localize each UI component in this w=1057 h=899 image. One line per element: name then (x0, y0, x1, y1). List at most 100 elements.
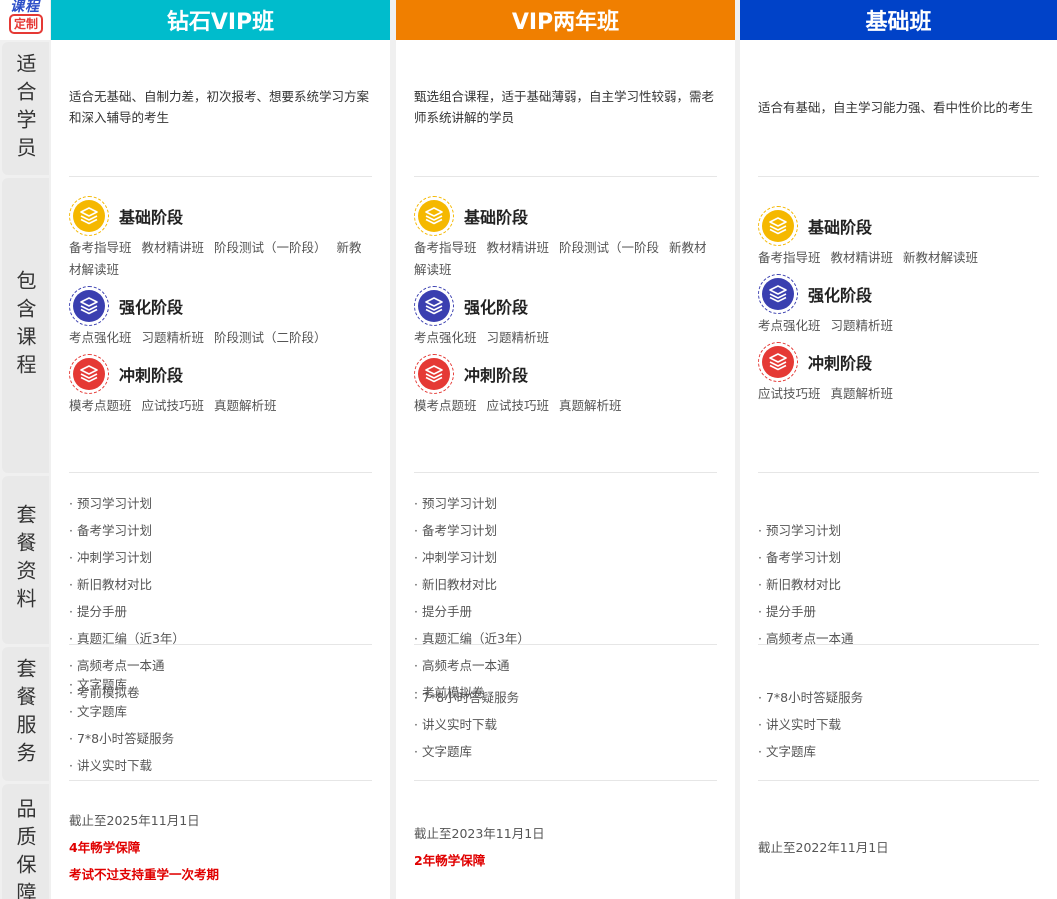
stage-courses: 模考点题班 应试技巧班 真题解析班 (414, 395, 717, 417)
course-item[interactable]: 备考指导班 (414, 240, 477, 255)
row-label-courses: 包含课程 (2, 178, 49, 473)
course-item[interactable]: 考点强化班 (69, 330, 132, 345)
course-item[interactable]: 习题精析班 (831, 318, 894, 333)
stage-title: 基础阶段 (464, 208, 529, 227)
service-item: · 7*8小时答疑服务 (414, 690, 520, 705)
stage-header: 冲刺阶段 (758, 341, 1039, 383)
layers-icon (69, 354, 109, 394)
layers-icon (758, 274, 798, 314)
stage-header: 基础阶段 (758, 205, 1039, 247)
material-item: · 提分手册 (414, 604, 472, 619)
course-item[interactable]: 习题精析班 (487, 330, 550, 345)
stage-title: 强化阶段 (464, 298, 529, 317)
material-item: · 新旧教材对比 (69, 577, 152, 592)
row-label-quality: 品质保障 (2, 784, 49, 899)
stage-header: 冲刺阶段 (414, 353, 717, 395)
service-item: · 讲义实时下载 (758, 717, 841, 732)
layers-icon (414, 196, 454, 236)
course-item[interactable]: 应试技巧班 (142, 398, 205, 413)
course-item[interactable]: 教材精讲班 (487, 240, 550, 255)
material-item: · 冲刺学习计划 (69, 550, 152, 565)
course-item[interactable]: 新教材解读班 (903, 250, 978, 265)
material-item: · 预习学习计划 (69, 496, 152, 511)
plan-title[interactable]: VIP两年班 (396, 0, 735, 40)
stage-courses: 备考指导班 教材精讲班 阶段测试（一阶段 新教材解读班 (414, 237, 717, 281)
course-item[interactable]: 真题解析班 (214, 398, 277, 413)
material-item: · 预习学习计划 (758, 523, 841, 538)
course-custom-logo: 课程 定制 (0, 0, 50, 40)
quality-date: 截止至2023年11月1日 (414, 826, 545, 841)
layers-icon (758, 206, 798, 246)
course-item[interactable]: 阶段测试（一阶段） (214, 240, 327, 255)
stage-header: 冲刺阶段 (69, 353, 372, 395)
service-item: · 7*8小时答疑服务 (758, 690, 864, 705)
stage-header: 强化阶段 (69, 285, 372, 327)
stage-courses: 考点强化班 习题精析班 阶段测试（二阶段） (69, 327, 372, 349)
material-item: · 冲刺学习计划 (414, 550, 497, 565)
layers-icon (69, 286, 109, 326)
service-item: · 文字题库 (69, 704, 127, 719)
suitable-desc: 适合无基础、自制力差，初次报考、想要系统学习方案和深入辅导的考生 (69, 89, 370, 125)
suitable-cell: 适合无基础、自制力差，初次报考、想要系统学习方案和深入辅导的考生 (69, 40, 372, 177)
course-item[interactable]: 备考指导班 (69, 240, 132, 255)
row-label-services: 套餐服务 (2, 647, 49, 781)
stage-header: 强化阶段 (414, 285, 717, 327)
services-cell: · 文字题库 · 文字题库 · 7*8小时答疑服务 · 讲义实时下载 (69, 645, 372, 781)
course-item[interactable]: 真题解析班 (831, 386, 894, 401)
stage-courses: 考点强化班 习题精析班 (758, 315, 1039, 337)
quality-guarantee: 4年畅学保障 (69, 840, 141, 855)
suitable-desc: 适合有基础，自主学习能力强、看中性价比的考生 (758, 100, 1034, 115)
quality-cell: 截止至2022年11月1日 (758, 781, 1039, 899)
course-item[interactable]: 阶段测试（二阶段） (214, 330, 327, 345)
stage-title: 冲刺阶段 (808, 354, 873, 373)
course-item[interactable]: 应试技巧班 (758, 386, 821, 401)
course-item[interactable]: 真题解析班 (559, 398, 622, 413)
layers-icon (414, 354, 454, 394)
materials-cell: · 预习学习计划 · 备考学习计划 · 冲刺学习计划 · 新旧教材对比 · 提分手册 · … (414, 473, 717, 700)
suitable-cell: 适合有基础，自主学习能力强、看中性价比的考生 (758, 40, 1039, 177)
courses-cell: 基础阶段 备考指导班 教材精讲班 新教材解读班 强化阶段 考点强化班 习题精析班 冲刺… (758, 177, 1039, 473)
services-cell: · 7*8小时答疑服务 · 讲义实时下载 · 文字题库 (414, 645, 717, 781)
service-item: · 讲义实时下载 (414, 717, 497, 732)
plan-title[interactable]: 基础班 (740, 0, 1057, 40)
stage-title: 强化阶段 (808, 286, 873, 305)
material-item: · 新旧教材对比 (758, 577, 841, 592)
row-label-materials: 套餐资料 (2, 476, 49, 644)
plan-title[interactable]: 钻石VIP班 (51, 0, 390, 40)
stage-title: 基础阶段 (119, 208, 184, 227)
stage-courses: 备考指导班 教材精讲班 新教材解读班 (758, 247, 1039, 269)
course-item[interactable]: 考点强化班 (758, 318, 821, 333)
course-item[interactable]: 教材精讲班 (831, 250, 894, 265)
stage-title: 基础阶段 (808, 218, 873, 237)
course-item[interactable]: 模考点题班 (69, 398, 132, 413)
stage-courses: 模考点题班 应试技巧班 真题解析班 (69, 395, 372, 417)
stage-courses: 应试技巧班 真题解析班 (758, 383, 1039, 405)
stage-title: 冲刺阶段 (119, 366, 184, 385)
layers-icon (758, 342, 798, 382)
material-item: · 预习学习计划 (414, 496, 497, 511)
course-item[interactable]: 备考指导班 (758, 250, 821, 265)
course-item[interactable]: 教材精讲班 (142, 240, 205, 255)
course-item[interactable]: 应试技巧班 (487, 398, 550, 413)
course-item[interactable]: 习题精析班 (142, 330, 205, 345)
layers-icon (69, 196, 109, 236)
plan-column-2: 基础班 适合有基础，自主学习能力强、看中性价比的考生 基础阶段 备考指导班 教材精… (740, 0, 1057, 899)
material-item: · 新旧教材对比 (414, 577, 497, 592)
quality-date: 截止至2025年11月1日 (69, 813, 200, 828)
plan-column-1: VIP两年班 甄选组合课程，适于基础薄弱，自主学习性较弱，需老师系统讲解的学员 … (396, 0, 735, 899)
materials-cell: · 预习学习计划 · 备考学习计划 · 冲刺学习计划 · 新旧教材对比 · 提分手册 · … (69, 473, 372, 700)
suitable-cell: 甄选组合课程，适于基础薄弱，自主学习性较弱，需老师系统讲解的学员 (414, 40, 717, 177)
stage-header: 强化阶段 (758, 273, 1039, 315)
material-item: · 备考学习计划 (414, 523, 497, 538)
material-item: · 备考学习计划 (758, 550, 841, 565)
service-item: · 文字题库 (69, 677, 127, 692)
quality-guarantee: 2年畅学保障 (414, 853, 486, 868)
course-item[interactable]: 阶段测试（一阶段 (559, 240, 659, 255)
layers-icon (414, 286, 454, 326)
course-item[interactable]: 模考点题班 (414, 398, 477, 413)
plan-column-0: 钻石VIP班 适合无基础、自制力差，初次报考、想要系统学习方案和深入辅导的考生 … (51, 0, 390, 899)
course-item[interactable]: 考点强化班 (414, 330, 477, 345)
stage-header: 基础阶段 (69, 195, 372, 237)
courses-cell: 基础阶段 备考指导班 教材精讲班 阶段测试（一阶段 新教材解读班 强化阶段 考点强化班… (414, 177, 717, 473)
quality-cell: 截止至2025年11月1日 4年畅学保障 考试不过支持重学一次考期 (69, 781, 372, 899)
